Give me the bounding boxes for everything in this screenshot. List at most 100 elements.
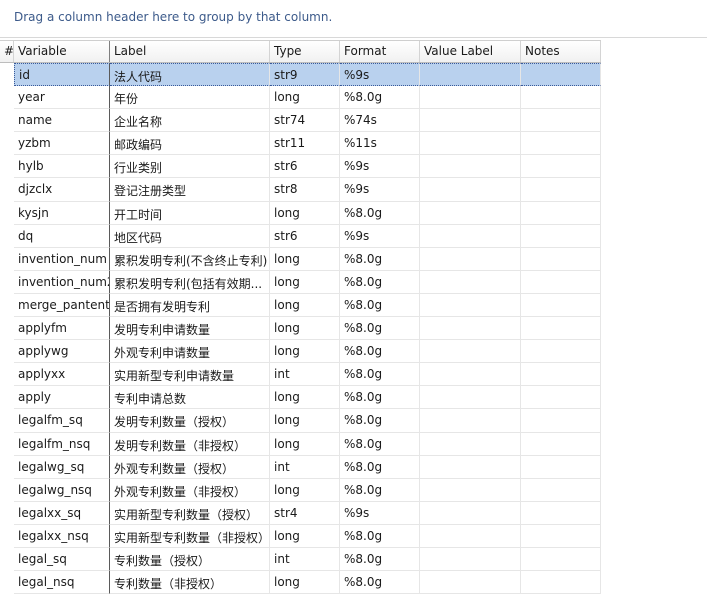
type-cell[interactable]: long — [270, 86, 340, 110]
notes-cell[interactable] — [521, 224, 601, 248]
notes-cell[interactable] — [521, 432, 601, 456]
label-cell[interactable]: 年份 — [110, 86, 270, 110]
variable-cell[interactable]: yzbm — [14, 132, 110, 156]
variable-cell[interactable]: legalwg_nsq — [14, 478, 110, 502]
notes-cell[interactable] — [521, 501, 601, 525]
column-header-format[interactable]: Format — [340, 41, 420, 62]
type-cell[interactable]: int — [270, 455, 340, 479]
table-row[interactable]: merge_pantent 是否拥有发明专利 long %8.0g — [0, 293, 601, 318]
table-row[interactable]: hylb 行业类别 str6 %9s — [0, 155, 601, 179]
variable-cell[interactable]: legalfm_nsq — [14, 432, 110, 456]
column-header-label[interactable]: Label — [110, 41, 270, 62]
format-cell[interactable]: %9s — [340, 178, 420, 202]
row-header-cell[interactable] — [0, 270, 14, 294]
format-cell[interactable]: %8.0g — [340, 293, 420, 318]
variable-cell[interactable]: legal_nsq — [14, 571, 110, 595]
notes-cell[interactable] — [521, 547, 601, 572]
label-cell[interactable]: 外观专利数量（非授权） — [110, 478, 270, 502]
variable-cell[interactable]: legalwg_sq — [14, 455, 110, 479]
value-label-cell[interactable] — [420, 524, 521, 548]
table-row[interactable]: dq 地区代码 str6 %9s — [0, 224, 601, 248]
label-cell[interactable]: 累积发明专利(不含终止专利) — [110, 247, 270, 271]
label-cell[interactable]: 发明专利数量（非授权） — [110, 432, 270, 456]
label-cell[interactable]: 法人代码 — [110, 63, 270, 87]
column-header-number[interactable]: # — [0, 41, 14, 62]
type-cell[interactable]: str4 — [270, 501, 340, 525]
variable-cell[interactable]: id — [14, 63, 110, 87]
type-cell[interactable]: int — [270, 547, 340, 572]
notes-cell[interactable] — [521, 270, 601, 294]
value-label-cell[interactable] — [420, 432, 521, 456]
row-header-cell[interactable] — [0, 86, 14, 110]
type-cell[interactable]: str8 — [270, 178, 340, 202]
type-cell[interactable]: str6 — [270, 155, 340, 179]
type-cell[interactable]: long — [270, 571, 340, 595]
row-header-cell[interactable] — [0, 455, 14, 479]
row-header-cell[interactable] — [0, 317, 14, 341]
table-row[interactable]: legalxx_nsq 实用新型专利数量（非授权） long %8.0g — [0, 524, 601, 548]
value-label-cell[interactable] — [420, 132, 521, 156]
notes-cell[interactable] — [521, 201, 601, 225]
variable-cell[interactable]: legalfm_sq — [14, 409, 110, 433]
label-cell[interactable]: 专利数量（授权） — [110, 547, 270, 572]
row-header-cell[interactable] — [0, 224, 14, 248]
variable-cell[interactable]: invention_num — [14, 247, 110, 271]
type-cell[interactable]: long — [270, 293, 340, 318]
notes-cell[interactable] — [521, 293, 601, 318]
table-row[interactable]: legalfm_sq 发明专利数量（授权） long %8.0g — [0, 409, 601, 433]
variable-cell[interactable]: legalxx_sq — [14, 501, 110, 525]
label-cell[interactable]: 邮政编码 — [110, 132, 270, 156]
label-cell[interactable]: 专利申请总数 — [110, 386, 270, 410]
value-label-cell[interactable] — [420, 478, 521, 502]
value-label-cell[interactable] — [420, 455, 521, 479]
notes-cell[interactable] — [521, 571, 601, 595]
row-header-cell[interactable] — [0, 132, 14, 156]
variable-cell[interactable]: merge_pantent — [14, 293, 110, 318]
value-label-cell[interactable] — [420, 247, 521, 271]
label-cell[interactable]: 是否拥有发明专利 — [110, 293, 270, 318]
label-cell[interactable]: 登记注册类型 — [110, 178, 270, 202]
variable-cell[interactable]: djzclx — [14, 178, 110, 202]
notes-cell[interactable] — [521, 178, 601, 202]
label-cell[interactable]: 实用新型专利申请数量 — [110, 363, 270, 387]
value-label-cell[interactable] — [420, 178, 521, 202]
group-by-panel[interactable]: Drag a column header here to group by th… — [0, 0, 707, 38]
format-cell[interactable]: %8.0g — [340, 432, 420, 456]
value-label-cell[interactable] — [420, 386, 521, 410]
row-header-cell[interactable] — [0, 524, 14, 548]
row-header-cell[interactable] — [0, 155, 14, 179]
format-cell[interactable]: %8.0g — [340, 455, 420, 479]
type-cell[interactable]: str9 — [270, 63, 340, 87]
format-cell[interactable]: %8.0g — [340, 409, 420, 433]
notes-cell[interactable] — [521, 63, 601, 87]
format-cell[interactable]: %9s — [340, 155, 420, 179]
notes-cell[interactable] — [521, 317, 601, 341]
variable-cell[interactable]: invention_num2 — [14, 270, 110, 294]
type-cell[interactable]: int — [270, 363, 340, 387]
table-row[interactable]: legalfm_nsq 发明专利数量（非授权） long %8.0g — [0, 432, 601, 456]
type-cell[interactable]: long — [270, 201, 340, 225]
type-cell[interactable]: long — [270, 432, 340, 456]
variable-cell[interactable]: legalxx_nsq — [14, 524, 110, 548]
table-row[interactable]: applyxx 实用新型专利申请数量 int %8.0g — [0, 363, 601, 387]
column-header-notes[interactable]: Notes — [521, 41, 601, 62]
type-cell[interactable]: long — [270, 247, 340, 271]
value-label-cell[interactable] — [420, 340, 521, 364]
column-header-variable[interactable]: Variable — [14, 41, 110, 62]
variable-cell[interactable]: dq — [14, 224, 110, 248]
row-header-cell[interactable] — [0, 247, 14, 271]
column-header-type[interactable]: Type — [270, 41, 340, 62]
value-label-cell[interactable] — [420, 317, 521, 341]
label-cell[interactable]: 地区代码 — [110, 224, 270, 248]
notes-cell[interactable] — [521, 109, 601, 133]
format-cell[interactable]: %8.0g — [340, 547, 420, 572]
row-header-cell[interactable] — [0, 293, 14, 318]
label-cell[interactable]: 发明专利数量（授权） — [110, 409, 270, 433]
label-cell[interactable]: 发明专利申请数量 — [110, 317, 270, 341]
row-header-cell[interactable] — [0, 432, 14, 456]
variable-cell[interactable]: applyxx — [14, 363, 110, 387]
notes-cell[interactable] — [521, 478, 601, 502]
type-cell[interactable]: str6 — [270, 224, 340, 248]
table-row[interactable]: name 企业名称 str74 %74s — [0, 109, 601, 133]
type-cell[interactable]: long — [270, 478, 340, 502]
